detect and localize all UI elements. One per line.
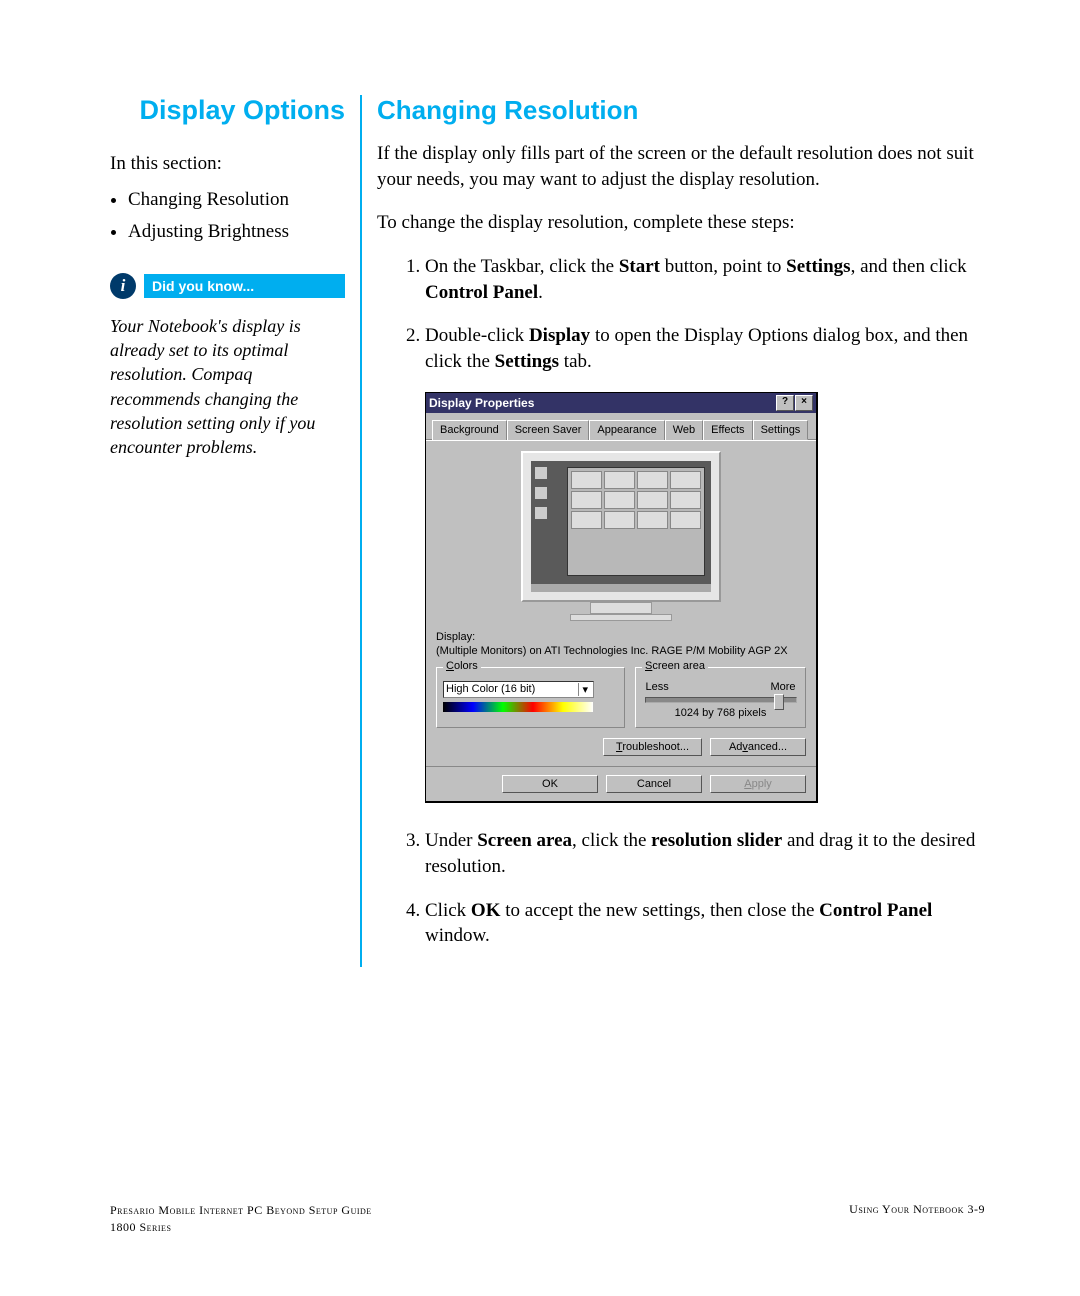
tab-screen-saver[interactable]: Screen Saver	[507, 420, 590, 440]
tab-bar: Background Screen Saver Appearance Web E…	[426, 413, 816, 440]
intro-paragraph: To change the display resolution, comple…	[377, 210, 985, 236]
intro-paragraph: If the display only fills part of the sc…	[377, 141, 985, 192]
resolution-slider[interactable]	[645, 697, 797, 703]
did-you-know-label: Did you know...	[144, 274, 345, 298]
dialog-title: Display Properties	[429, 396, 534, 410]
monitor-preview	[521, 451, 721, 621]
steps-list-continued: Under Screen area, click the resolution …	[377, 828, 985, 949]
tab-web[interactable]: Web	[665, 420, 703, 440]
in-this-section-label: In this section:	[110, 151, 345, 177]
display-properties-dialog: Display Properties ? × Background Screen…	[425, 392, 818, 803]
cancel-button[interactable]: Cancel	[606, 775, 702, 793]
colors-group: Colors High Color (16 bit) ▾	[436, 667, 625, 728]
screen-area-group: Screen area Less More 1024 by 768 pixels	[635, 667, 806, 728]
footer-page-location: Using Your Notebook 3-9	[849, 1202, 985, 1236]
info-icon: i	[110, 273, 136, 299]
page-footer: Presario Mobile Internet PC Beyond Setup…	[110, 1202, 985, 1236]
section-title: Display Options	[110, 95, 345, 126]
display-label: Display:	[436, 631, 806, 643]
toc-item: Adjusting Brightness	[128, 221, 345, 243]
slider-less-label: Less	[646, 681, 669, 693]
toc-item: Changing Resolution	[128, 189, 345, 211]
help-button[interactable]: ?	[776, 395, 794, 411]
color-gradient-preview	[443, 702, 593, 712]
advanced-button[interactable]: Advanced...	[710, 738, 806, 756]
did-you-know-body: Your Notebook's display is already set t…	[110, 314, 345, 460]
tab-background[interactable]: Background	[432, 420, 507, 440]
slider-thumb[interactable]	[774, 694, 784, 710]
tab-settings[interactable]: Settings	[753, 420, 809, 440]
ok-button[interactable]: OK	[502, 775, 598, 793]
step-item: On the Taskbar, click the Start button, …	[425, 254, 985, 305]
did-you-know-header: i Did you know...	[110, 273, 345, 299]
step-item: Click OK to accept the new settings, the…	[425, 898, 985, 949]
steps-list: On the Taskbar, click the Start button, …	[377, 254, 985, 375]
display-adapter-info: (Multiple Monitors) on ATI Technologies …	[436, 645, 806, 657]
dialog-titlebar: Display Properties ? ×	[426, 393, 816, 413]
color-depth-dropdown[interactable]: High Color (16 bit) ▾	[443, 681, 594, 698]
chevron-down-icon: ▾	[578, 683, 591, 696]
close-button[interactable]: ×	[795, 395, 813, 411]
troubleshoot-button[interactable]: Troubleshoot...	[603, 738, 702, 756]
step-item: Double-click Display to open the Display…	[425, 323, 985, 374]
subsection-title: Changing Resolution	[377, 95, 985, 126]
footer-guide-name: Presario Mobile Internet PC Beyond Setup…	[110, 1202, 372, 1219]
section-toc: Changing Resolution Adjusting Brightness	[110, 189, 345, 243]
tab-effects[interactable]: Effects	[703, 420, 752, 440]
tab-appearance[interactable]: Appearance	[589, 420, 664, 440]
step-item: Under Screen area, click the resolution …	[425, 828, 985, 879]
slider-more-label: More	[770, 681, 795, 693]
apply-button[interactable]: Apply	[710, 775, 806, 793]
footer-series: 1800 Series	[110, 1219, 372, 1236]
